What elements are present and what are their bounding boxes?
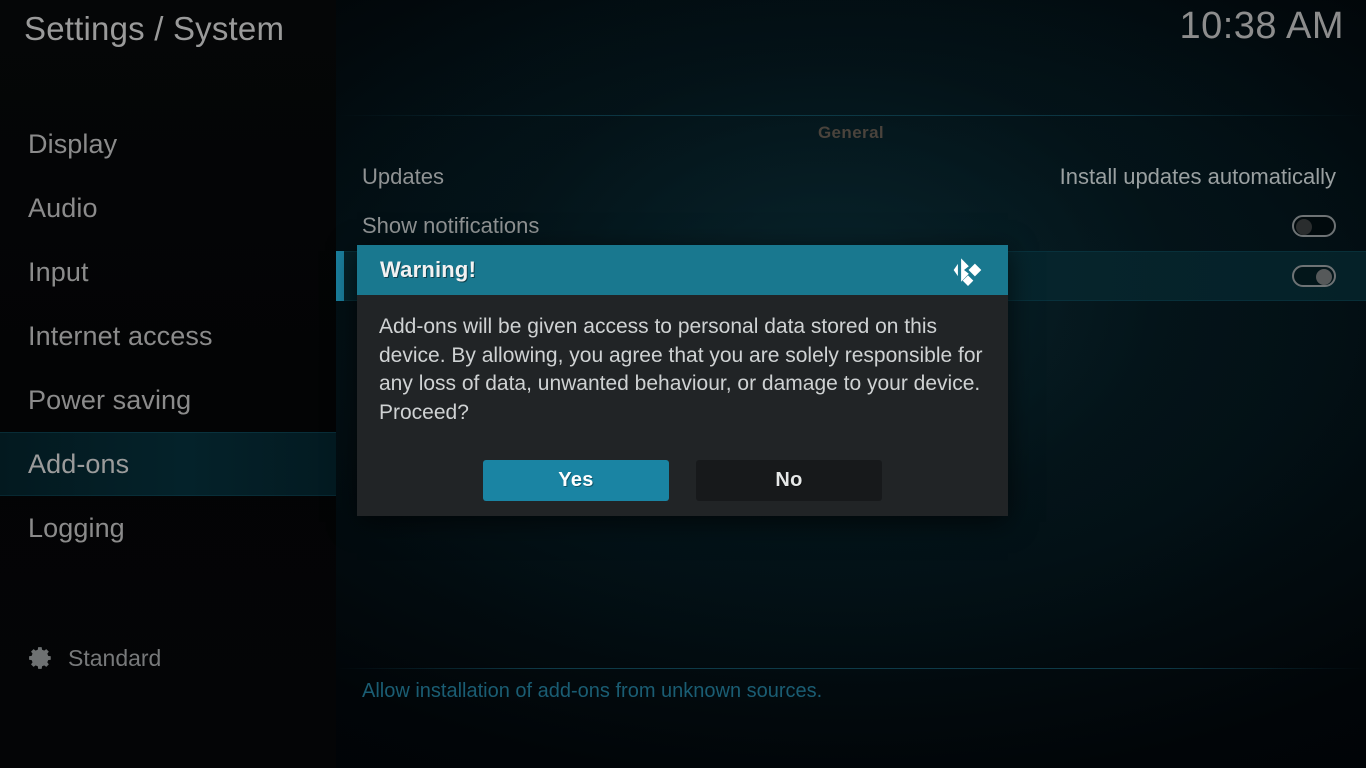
setting-row-show-notifications[interactable]: Show notifications	[336, 201, 1366, 251]
setting-label: Updates	[362, 164, 444, 189]
toggle-knob	[1316, 269, 1332, 285]
sidebar-item-label: Logging	[28, 512, 125, 543]
sidebar-item-add-ons[interactable]: Add-ons	[0, 432, 336, 496]
setting-row-updates[interactable]: Updates Install updates automatically	[336, 152, 1366, 202]
row-focus-indicator	[336, 251, 344, 301]
dialog-no-button[interactable]: No	[696, 460, 882, 501]
sidebar-item-label: Power saving	[28, 384, 192, 415]
sidebar-item-label: Internet access	[28, 320, 213, 351]
kodi-logo-icon	[953, 258, 982, 286]
content-top-divider	[336, 115, 1366, 116]
sidebar-item-label: Input	[28, 256, 89, 287]
sidebar-item-power-saving[interactable]: Power saving	[0, 368, 336, 432]
setting-label: Show notifications	[362, 213, 540, 238]
toggle-knob	[1296, 219, 1312, 235]
kodi-settings-screen: Settings / System 10:38 AM Display Audio…	[0, 0, 1366, 768]
sidebar-item-label: Audio	[28, 192, 98, 223]
settings-group-title: General	[817, 123, 885, 142]
unknown-sources-toggle[interactable]	[1292, 265, 1336, 287]
settings-category-sidebar: Display Audio Input Internet access Powe…	[0, 112, 336, 582]
settings-level-selector[interactable]: Standard	[0, 630, 336, 686]
sidebar-item-display[interactable]: Display	[0, 112, 336, 176]
dialog-header: Warning!	[357, 245, 1008, 295]
gear-icon	[29, 647, 51, 669]
setting-help-text: Allow installation of add-ons from unkno…	[362, 680, 823, 702]
sidebar-item-label: Display	[28, 128, 118, 159]
dialog-message: Add-ons will be given access to personal…	[379, 315, 983, 424]
sidebar-item-logging[interactable]: Logging	[0, 496, 336, 560]
show-notifications-toggle[interactable]	[1292, 215, 1336, 237]
sidebar-item-label: Add-ons	[28, 448, 130, 479]
sidebar-item-audio[interactable]: Audio	[0, 176, 336, 240]
dialog-button-row: Yes No	[357, 460, 1008, 501]
footer-divider	[336, 668, 1366, 669]
settings-level-label: Standard	[68, 644, 162, 671]
dialog-title: Warning!	[380, 257, 477, 282]
sidebar-item-internet-access[interactable]: Internet access	[0, 304, 336, 368]
setting-value[interactable]: Install updates automatically	[1060, 164, 1336, 190]
page-title: Settings / System	[24, 10, 285, 47]
warning-dialog: Warning! Add-ons will be given access to…	[357, 245, 1008, 516]
dialog-body: Add-ons will be given access to personal…	[357, 295, 1008, 427]
dialog-yes-button[interactable]: Yes	[483, 460, 669, 501]
sidebar-item-input[interactable]: Input	[0, 240, 336, 304]
